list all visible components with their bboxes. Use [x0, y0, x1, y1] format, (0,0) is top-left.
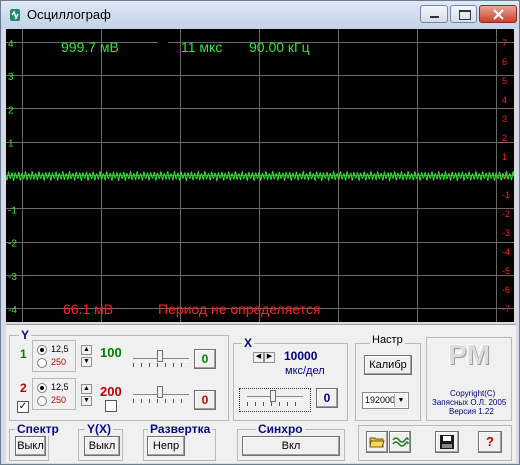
app-icon [10, 9, 20, 21]
spectrum-label: Спектр [15, 422, 61, 436]
ch1-gain-value: 100 [100, 345, 122, 360]
right-tick-label: -2 [502, 209, 510, 219]
signal-trace [6, 170, 514, 182]
right-tick-label: -7 [502, 304, 510, 314]
y-group-label: Y [19, 328, 32, 342]
timebase-unit: мкс/дел [285, 365, 325, 377]
spectrum-button[interactable]: Выкл [15, 436, 46, 456]
x-zero-button[interactable]: 0 [316, 388, 338, 408]
ch2-range-250-label: 250 [51, 395, 67, 405]
left-tick-label: -4 [8, 305, 17, 316]
ch2-range-12-5-label: 12,5 [51, 382, 69, 392]
wave-button[interactable] [389, 431, 411, 453]
right-tick-label: 1 [502, 152, 507, 162]
timebase-left[interactable]: ◀ [253, 352, 264, 363]
close-button[interactable] [479, 5, 517, 23]
right-tick-label: -1 [502, 190, 510, 200]
close-icon [493, 9, 504, 20]
control-panel: Y 1 12,5 250 ▲ ▼ 100 0 2 ✓ 12,5 250 ▲ ▼ … [6, 324, 516, 463]
ch2-invert-checkbox[interactable] [105, 400, 117, 412]
version-text: Версия 1.22 [449, 407, 494, 416]
ch2-range-250-radio[interactable] [37, 396, 47, 406]
ch1-label: 1 [20, 347, 27, 361]
ch2-slider-ticks [133, 399, 189, 403]
save-icon [440, 435, 454, 449]
ch1-range-250-label: 250 [51, 357, 67, 367]
oscilloscope-display[interactable]: 4321-1-2-3-4 76543210-1-2-3-4-5-6-7 999.… [6, 29, 514, 322]
ch1-zero-button[interactable]: 0 [194, 349, 216, 369]
right-tick-label: 2 [502, 133, 507, 143]
chevron-down-icon: ▼ [394, 394, 407, 407]
min-voltage-readout: 66.1 мВ [63, 301, 113, 317]
left-tick-label: 2 [8, 105, 14, 116]
help-icon: ? [486, 434, 494, 449]
right-tick-label: 5 [502, 76, 507, 86]
ch1-range-12-5-label: 12,5 [51, 344, 69, 354]
ch2-gain-value: 200 [100, 384, 122, 399]
ch1-range-12-5-radio[interactable] [37, 345, 47, 355]
timebase-value: 10000 [284, 349, 318, 363]
left-tick-label: 3 [8, 72, 14, 83]
right-tick-label: 3 [502, 114, 507, 124]
voltage-readout: 999.7 мВ [61, 39, 119, 55]
open-folder-icon [369, 437, 385, 448]
right-tick-label: -5 [502, 266, 510, 276]
timebase-right[interactable]: ▶ [264, 352, 275, 363]
readout-separator [158, 40, 168, 54]
right-tick-label: -6 [502, 285, 510, 295]
ch1-gain-down[interactable]: ▼ [81, 357, 92, 367]
wave-icon [392, 437, 409, 447]
ch2-offset-slider-thumb[interactable] [157, 386, 163, 398]
right-tick-label: 6 [502, 57, 507, 67]
sample-rate-value: 192000 [365, 395, 396, 405]
x-group-label: X [242, 336, 255, 350]
frequency-readout: 90.00 кГц [249, 39, 310, 55]
right-tick-label: 7 [502, 38, 507, 48]
settings-group-label: Настр [370, 334, 405, 346]
x-offset-slider-thumb[interactable] [270, 390, 276, 402]
left-tick-label: -2 [8, 239, 17, 250]
yx-label: Y(X) [85, 422, 113, 436]
oscilloscope-window: Осциллограф 4 3 2 1 -1 -2 -3 -4 7 6 5 4 3 2 1 0 -1 -2 -3 -… [0, 0, 520, 465]
ch2-enable-checkbox[interactable]: ✓ [17, 401, 29, 413]
sweep-label: Развертка [148, 422, 213, 436]
ch1-gain-up[interactable]: ▲ [81, 345, 92, 355]
ch1-offset-slider-thumb[interactable] [157, 350, 163, 362]
time-readout: 11 мкс [181, 39, 222, 55]
sample-rate-select[interactable]: 192000 ▼ [362, 392, 409, 409]
left-tick-label: -1 [8, 205, 17, 216]
ch2-gain-up[interactable]: ▲ [81, 384, 92, 394]
pm-logo: PM [448, 339, 490, 370]
right-tick-label: -4 [502, 247, 510, 257]
ch1-slider-ticks [133, 363, 189, 367]
window-title: Осциллограф [27, 7, 111, 22]
title-bar: Осциллограф [1, 1, 519, 29]
help-button[interactable]: ? [478, 431, 502, 453]
yx-button[interactable]: Выкл [84, 436, 120, 456]
ch2-zero-button[interactable]: 0 [194, 390, 216, 410]
left-tick-label: 4 [8, 39, 14, 50]
sync-label: Синхро [256, 422, 305, 436]
ch2-label: 2 [20, 381, 27, 395]
calibrate-button[interactable]: Калибр [364, 355, 412, 375]
x-slider-ticks [247, 402, 303, 406]
sweep-button[interactable]: Непр [147, 436, 185, 456]
author-text: Запясных О.Л. 2005 [432, 398, 507, 407]
save-button[interactable] [435, 431, 459, 453]
ch2-range-12-5-radio[interactable] [37, 383, 47, 393]
period-message: Период не определяется [158, 301, 320, 317]
right-tick-label: -3 [502, 228, 510, 238]
sync-button[interactable]: Вкл [242, 436, 340, 456]
minimize-button[interactable] [420, 5, 448, 23]
ch1-range-250-radio[interactable] [37, 358, 47, 368]
copyright-text: Copyright(C) [450, 389, 496, 398]
maximize-button[interactable] [450, 5, 477, 23]
open-button[interactable] [366, 431, 388, 453]
left-tick-label: 1 [8, 139, 14, 150]
right-tick-label: 4 [502, 95, 507, 105]
ch2-gain-down[interactable]: ▼ [81, 396, 92, 406]
left-tick-label: -3 [8, 272, 17, 283]
